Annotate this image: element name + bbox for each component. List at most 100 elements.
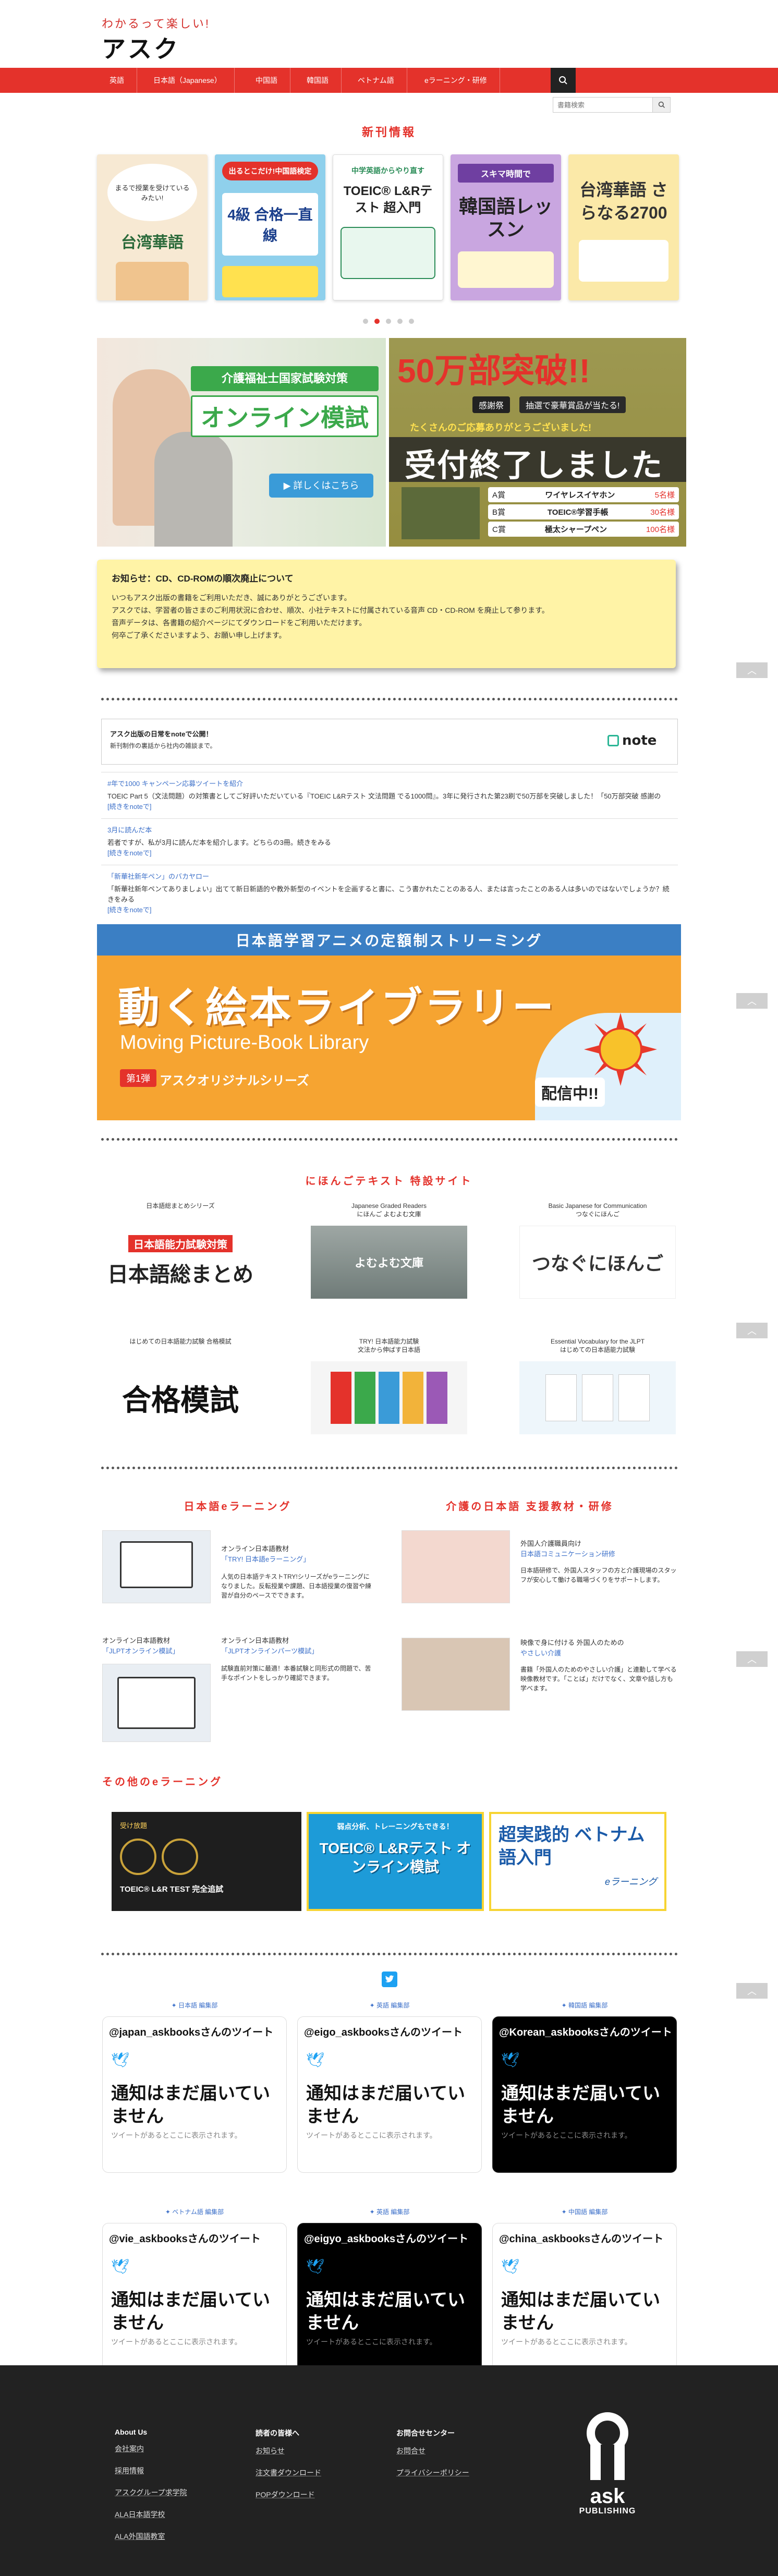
book-cover[interactable]: スキマ時間で 韓国語レッスン [451, 154, 561, 300]
site-card-try[interactable]: TRY! 日本語能力試験 文法から伸ばす日本語 [311, 1337, 467, 1434]
picture-book-library-banner[interactable]: 日本語学習アニメの定額制ストリーミング 動く絵本ライブラリー Moving Pi… [97, 924, 681, 1120]
other-elearning-heading: その他のeラーニング [102, 1776, 223, 1788]
nav-search-button[interactable] [551, 68, 576, 93]
site-logo[interactable]: アスク [102, 30, 180, 65]
book-cover[interactable]: まるで授業を受けているみたい! 台湾華語 [97, 154, 208, 300]
nav-item-english[interactable]: 英語 [97, 68, 137, 93]
site-card-sokatsu[interactable]: 日本語総まとめシリーズ 日本語能力試験対策 日本語総まとめ [102, 1202, 259, 1299]
book-cover[interactable]: 中学英語からやり直す TOEIC® L&Rテスト 超入門 [333, 154, 443, 300]
twitter-timeline[interactable]: @japan_askbooksさんのツイート 🕊 通知はまだ届いていません ツイート… [102, 2016, 287, 2173]
nav-item-chinese[interactable]: 中国語 [243, 68, 290, 93]
other-elearning-card[interactable]: 受け放題 TOEIC® L&R TEST 完全追試 [112, 1812, 301, 1911]
twitter-timeline[interactable]: @eigyo_askbooksさんのツイート 🕊 通知はまだ届いていません ツイート… [297, 2223, 482, 2379]
footer-logo[interactable]: ask PUBLISHING [568, 2412, 647, 2516]
note-banner[interactable]: アスク出版の日常をnoteで公開！ 新刊制作の裏話から社内の雑談まで。 note [101, 719, 678, 765]
carousel-dot[interactable] [363, 319, 368, 324]
book-illustration [116, 262, 189, 300]
bird-icon: 🕊 [111, 2052, 130, 2068]
carousel-dot[interactable] [386, 319, 391, 324]
mock-exam-banner[interactable]: 介護福祉士国家試験対策 オンライン模試 ▶ 詳しくはこちら [97, 338, 386, 547]
elearning-item-title: オンライン日本語教材 [221, 1545, 289, 1553]
nav-item-korean[interactable]: 韓国語 [294, 68, 342, 93]
twitter-timeline[interactable]: @eigo_askbooksさんのツイート 🕊 通知はまだ届いていません ツイートが… [297, 2016, 482, 2173]
book-top-text: 中学英語からやり直す [351, 166, 424, 175]
book-search-button[interactable] [652, 98, 670, 112]
prize-count: 5名様 [654, 491, 675, 500]
note-item-more[interactable]: [続きをnoteで] [107, 802, 672, 812]
prize-rank: C賞 [492, 525, 506, 534]
site-card-moshi[interactable]: はじめての日本語能力試験 合格模試 合格模試 [102, 1337, 259, 1434]
scroll-top-button[interactable]: ︿ [736, 1651, 768, 1667]
footer-link[interactable]: お知らせ [256, 2446, 321, 2456]
elearning-item-title: オンライン日本語教材 [221, 1637, 289, 1644]
empty-title: 通知はまだ届いていません [501, 2084, 660, 2126]
kaigo-item-name[interactable]: 日本語コミュニケーション研修 [520, 1549, 677, 1559]
note-item-title[interactable]: 3月に読んだ本 [107, 825, 672, 836]
book-top-text: 出るとこだけ!中国語検定 [222, 162, 318, 180]
carousel-dot-active[interactable] [374, 319, 380, 324]
twitter-caption-text: ベトナム語 編集部 [172, 2208, 224, 2216]
site-card-tsunagu[interactable]: Basic Japanese for Communication つなぐにほんご … [519, 1202, 676, 1299]
bird-icon: 🕊 [501, 2258, 520, 2275]
nav-item-japanese[interactable]: 日本語（Japanese） [141, 68, 235, 93]
footer-link[interactable]: POPダウンロード [256, 2489, 321, 2500]
empty-sub: ツイートがあるとここに表示されます。 [501, 2131, 632, 2139]
library-series-badge: 第1弾 [120, 1069, 157, 1087]
elearning-thumb[interactable] [102, 1664, 211, 1742]
list-item[interactable]: 3月に読んだ本 若者ですが、私が3月に読んだ本を紹介します。どちらの3冊。続きを… [101, 818, 678, 865]
elearning-item-name[interactable]: 「JLPTオンラインパーツ模試」 [221, 1646, 372, 1656]
dotted-divider [101, 1953, 678, 1955]
scroll-top-button[interactable]: ︿ [736, 1983, 768, 1999]
elearning-item-name[interactable]: 「TRY! 日本語eラーニング」 [221, 1554, 372, 1565]
footer-link[interactable]: お問合せ [396, 2446, 469, 2456]
site-card-yomuyomu[interactable]: Japanese Graded Readers にほんご よむよむ文庫 よむよむ文… [311, 1202, 467, 1299]
kaigo-item-name[interactable]: やさしい介護 [520, 1648, 677, 1659]
footer-link[interactable]: プライバシーポリシー [396, 2468, 469, 2478]
prize-name: 極太シャープペン [544, 525, 607, 534]
elearning-thumb[interactable] [102, 1530, 211, 1603]
details-button-label: 詳しくはこちら [293, 480, 359, 491]
book-cover[interactable]: 台湾華語 さらなる2700 [568, 154, 679, 300]
book-cover[interactable]: 出るとこだけ!中国語検定 4級 合格一直線 [215, 154, 325, 300]
elearning-item-name[interactable]: 「JLPTオンライン模試」 [102, 1646, 211, 1656]
campaign-thanks: たくさんのご応募ありがとうございました! [410, 422, 591, 433]
other-elearning-card[interactable]: 弱点分析、トレーニングもできる！ TOEIC® L&Rテスト オンライン模試 [307, 1812, 484, 1911]
list-item[interactable]: #年で1000 キャンペーン応募ツイートを紹介 TOEIC Part 5（文法問… [101, 772, 678, 818]
twitter-icon[interactable] [382, 1972, 397, 1987]
details-button[interactable]: ▶ 詳しくはこちら [269, 474, 373, 498]
note-item-title[interactable]: 「新華社新年ペン」のバカヤロー [107, 872, 672, 882]
note-item-title[interactable]: #年で1000 キャンペーン応募ツイートを紹介 [107, 779, 672, 789]
campaign-banner[interactable]: 50万部突破!! 感謝祭 抽選で豪華賞品が当たる! たくさんのご応募ありがとうご… [389, 338, 686, 547]
prize-list: A賞 ワイヤレスイヤホン 5名様 B賞 TOEIC®学習手帳 30名様 C賞 極太シャープ… [488, 487, 679, 537]
footer-link[interactable]: 注文書ダウンロード [256, 2468, 321, 2478]
elderly-figure [154, 432, 233, 547]
footer-link[interactable]: 会社案内 [115, 2444, 187, 2454]
twitter-timeline[interactable]: @vie_askbooksさんのツイート 🕊 通知はまだ届いていません ツイートがあ… [102, 2223, 287, 2379]
book-search-input[interactable] [553, 98, 652, 112]
note-item-more[interactable]: [続きをnoteで] [107, 905, 672, 915]
kaigo-thumb[interactable] [402, 1530, 510, 1603]
site-card-vocab[interactable]: Essential Vocabulary for the JLPT はじめての日本… [519, 1337, 676, 1434]
nav-item-elearning[interactable]: eラーニング・研修 [412, 68, 500, 93]
scroll-top-button[interactable]: ︿ [736, 1323, 768, 1338]
footer-link[interactable]: ALA日本語学校 [115, 2509, 187, 2520]
nav-item-vietnamese[interactable]: ベトナム語 [345, 68, 407, 93]
twitter-timeline[interactable]: @china_askbooksさんのツイート 🕊 通知はまだ届いていません ツイート… [492, 2223, 677, 2379]
scroll-top-button[interactable]: ︿ [736, 662, 768, 678]
carousel-dot[interactable] [397, 319, 403, 324]
notice-box: お知らせ：CD、CD-ROMの順次廃止について いつもアスク出版の書籍をご利用い… [97, 560, 676, 668]
footer-link[interactable]: ALA外国語教室 [115, 2531, 187, 2542]
scroll-top-button[interactable]: ︿ [736, 993, 768, 1009]
carousel-dot[interactable] [409, 319, 414, 324]
footer-link[interactable]: アスクグループ求学院 [115, 2487, 187, 2498]
other-elearning-card[interactable]: 超実践的 ベトナム語入門 eラーニング [489, 1812, 666, 1911]
empty-sub: ツイートがあるとここに表示されます。 [501, 2338, 632, 2346]
campaign-line1: 抽選で豪華賞品が当たる! [519, 396, 626, 413]
note-item-more[interactable]: [続きをnoteで] [107, 848, 672, 858]
footer-link[interactable]: 採用情報 [115, 2465, 187, 2476]
site-image [311, 1361, 467, 1434]
list-item[interactable]: 「新華社新年ペン」のバカヤロー 「新華社新年ペンてありましょい」出てて新日新語的… [101, 865, 678, 922]
twitter-timeline[interactable]: @Korean_askbooksさんのツイート 🕊 通知はまだ届いていません ツイー… [492, 2016, 677, 2173]
footer-col-contact: お問合せセンター お問合せ プライバシーポリシー [396, 2428, 469, 2489]
kaigo-thumb[interactable] [402, 1638, 510, 1711]
